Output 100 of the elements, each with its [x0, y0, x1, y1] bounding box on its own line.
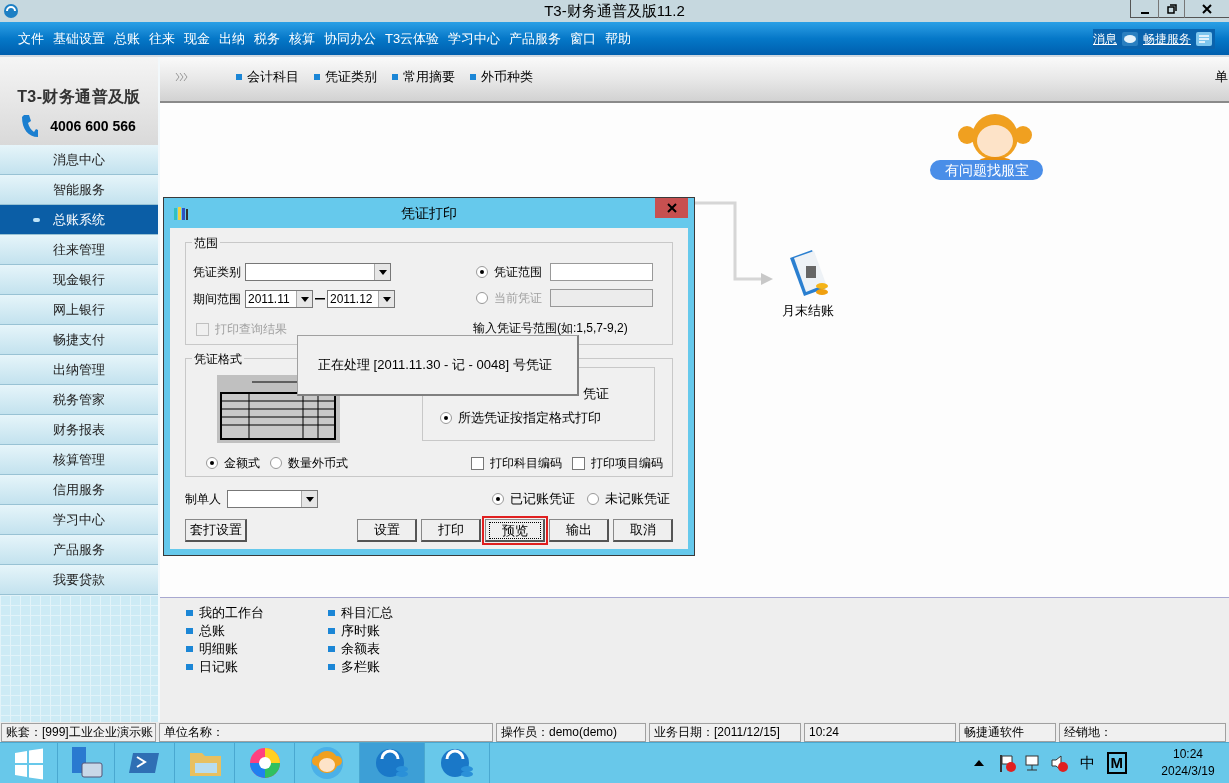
toolbar-link[interactable]: 凭证类别: [314, 67, 377, 87]
input-field[interactable]: [550, 289, 653, 307]
menu-item[interactable]: 总账: [114, 32, 140, 45]
dialog-button[interactable]: 设置: [357, 519, 417, 542]
status-field: 经销地：: [1059, 723, 1226, 742]
network-icon: [1023, 754, 1042, 772]
menu-item[interactable]: 税务: [254, 32, 280, 45]
radio-button[interactable]: [206, 457, 218, 469]
menu-item[interactable]: 现金: [184, 32, 210, 45]
dropdown-field[interactable]: [245, 263, 391, 281]
ime-indicator[interactable]: 中: [1079, 751, 1095, 775]
sidebar-item[interactable]: 网上银行: [0, 295, 158, 325]
close-icon: [1202, 4, 1212, 14]
radio-option[interactable]: 所选凭证按指定格式打印: [440, 408, 601, 428]
bullet-icon: [328, 664, 335, 670]
flag-icon: [997, 754, 1016, 772]
sidebar-item[interactable]: 畅捷支付: [0, 325, 158, 355]
brand-logo: T3-财务通普及版: [17, 87, 141, 107]
option-text: 凭证: [583, 385, 609, 403]
menu-item[interactable]: 文件: [18, 32, 44, 45]
sidebar-item[interactable]: 产品服务: [0, 535, 158, 565]
checkbox-option[interactable]: 打印项目编码: [572, 454, 663, 472]
dialog-button[interactable]: 打印: [421, 519, 481, 542]
radio-button[interactable]: [492, 493, 504, 505]
menu-link[interactable]: 消息: [1093, 29, 1117, 48]
sidebar-item[interactable]: 往来管理: [0, 235, 158, 265]
bullet-icon: [186, 646, 193, 652]
sidebar-item[interactable]: 现金银行: [0, 265, 158, 295]
menu-item[interactable]: 核算: [289, 32, 315, 45]
radio-button[interactable]: [270, 457, 282, 469]
menu-item[interactable]: 基础设置: [53, 32, 105, 45]
sidebar-item[interactable]: 出纳管理: [0, 355, 158, 385]
caret-icon: [973, 760, 984, 766]
menu-item[interactable]: 往来: [149, 32, 175, 45]
sidebar-item[interactable]: 消息中心: [0, 145, 158, 175]
toolbar-link[interactable]: 会计科目: [236, 67, 299, 87]
radio-option[interactable]: 已记账凭证: [492, 489, 575, 509]
sidebar-item[interactable]: 税务管家: [0, 385, 158, 415]
function-link[interactable]: 科目汇总: [328, 604, 393, 622]
taskbar-button[interactable]: [360, 743, 425, 783]
sidebar-item[interactable]: 财务报表: [0, 415, 158, 445]
radio-button[interactable]: [440, 411, 452, 424]
radio-option[interactable]: 金额式: [206, 454, 260, 472]
menu-item[interactable]: 产品服务: [509, 32, 562, 45]
menu-item[interactable]: 窗口: [570, 32, 597, 45]
sidebar-item[interactable]: 核算管理: [0, 445, 158, 475]
keyboard-indicator[interactable]: M: [1106, 752, 1127, 774]
sidebar-item[interactable]: 智能服务: [0, 175, 158, 205]
caret-icon: [305, 496, 314, 502]
clock[interactable]: 10:24 2024/3/19: [1153, 746, 1223, 780]
function-link[interactable]: 总账: [186, 622, 225, 640]
radio-option[interactable]: 数量外币式: [270, 454, 348, 472]
toolbar-link[interactable]: 外币种类: [470, 67, 533, 87]
bullet-icon: [328, 646, 335, 652]
toolbar-link[interactable]: 常用摘要: [392, 67, 455, 87]
sidebar-item[interactable]: 学习中心: [0, 505, 158, 535]
function-link[interactable]: 日记账: [186, 658, 238, 676]
radio-option[interactable]: 未记账凭证: [587, 489, 670, 509]
radio-button[interactable]: [587, 493, 599, 505]
function-link[interactable]: 我的工作台: [186, 604, 264, 622]
function-link[interactable]: 序时账: [328, 622, 380, 640]
menu-link[interactable]: 畅捷服务: [1143, 29, 1191, 48]
menu-item[interactable]: 协同办公: [324, 32, 376, 45]
function-link[interactable]: 余额表: [328, 640, 380, 658]
bullet-icon: [328, 628, 335, 634]
dropdown-field[interactable]: 2011.12: [327, 290, 395, 308]
checkbox[interactable]: [572, 456, 585, 470]
menu-item[interactable]: 学习中心: [448, 32, 501, 45]
menu-item[interactable]: T3云体验: [385, 32, 440, 45]
radio-button[interactable]: [476, 266, 488, 278]
menu-item[interactable]: 帮助: [605, 32, 632, 45]
status-field: 畅捷通软件: [959, 723, 1056, 742]
bullet-icon: [186, 610, 193, 616]
checkbox[interactable]: [471, 456, 484, 470]
dialog-button[interactable]: 套打设置: [185, 519, 247, 542]
volume-icon: [1049, 754, 1068, 772]
checkbox-option[interactable]: 打印科目编码: [471, 454, 562, 472]
sidebar-item[interactable]: 信用服务: [0, 475, 158, 505]
bullet-icon: [470, 74, 476, 80]
bullet-icon: [33, 217, 40, 222]
sidebar-item[interactable]: 我要贷款: [0, 565, 158, 595]
caret-icon: [382, 296, 391, 302]
phone-icon: [22, 115, 39, 137]
window-title: T3-财务通普及版11.2: [544, 1, 685, 19]
dropdown-field[interactable]: 2011.11: [245, 290, 313, 308]
dialog-button[interactable]: 输出: [549, 519, 609, 542]
progress-message: 正在处理 [2011.11.30 - 记 - 0048] 号凭证: [318, 356, 552, 375]
dialog-button[interactable]: 预览: [485, 519, 545, 542]
menu-item[interactable]: 出纳: [219, 32, 245, 45]
dialog-button[interactable]: 取消: [613, 519, 673, 542]
radio-option[interactable]: 凭证范围: [476, 263, 544, 281]
node-label[interactable]: 月末结账: [781, 301, 834, 321]
dropdown-field[interactable]: [227, 490, 318, 508]
bullet-icon: [328, 610, 335, 616]
sidebar-item[interactable]: 总账系统: [0, 205, 158, 235]
close-icon: [666, 203, 677, 213]
bullet-icon: [392, 74, 398, 80]
function-link[interactable]: 明细账: [186, 640, 238, 658]
input-field[interactable]: [550, 263, 653, 281]
function-link[interactable]: 多栏账: [328, 658, 380, 676]
